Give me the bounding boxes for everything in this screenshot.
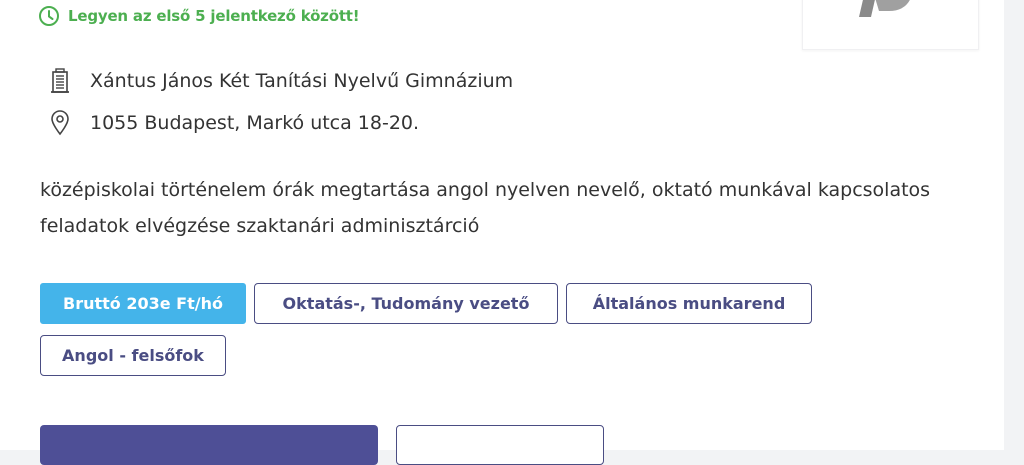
address-text: 1055 Budapest, Markó utca 18-20. — [90, 112, 420, 134]
employer-name[interactable]: Xántus János Két Tanítási Nyelvű Gimnázi… — [90, 70, 513, 92]
secondary-action-button[interactable] — [396, 425, 604, 465]
company-logo[interactable] — [802, 0, 979, 50]
apply-button[interactable] — [40, 425, 378, 465]
early-applicant-notice: Legyen az első 5 jelentkező között! — [38, 4, 360, 28]
building-icon — [46, 68, 74, 94]
clock-icon — [38, 5, 60, 27]
tag-category[interactable]: Oktatás-, Tudomány vezető — [254, 283, 558, 324]
tag-schedule[interactable]: Általános munkarend — [566, 283, 812, 324]
map-pin-icon — [46, 110, 74, 136]
job-card: Legyen az első 5 jelentkező között! Xánt… — [0, 0, 1004, 465]
tag-language[interactable]: Angol - felsőfok — [40, 335, 226, 376]
job-description: középiskolai történelem órák megtartása … — [40, 179, 931, 237]
notice-text: Legyen az első 5 jelentkező között! — [68, 7, 360, 25]
location-row: 1055 Budapest, Markó utca 18-20. — [46, 110, 419, 136]
employer-row: Xántus János Két Tanítási Nyelvű Gimnázi… — [46, 68, 513, 94]
tag-salary[interactable]: Bruttó 203e Ft/hó — [40, 283, 246, 324]
